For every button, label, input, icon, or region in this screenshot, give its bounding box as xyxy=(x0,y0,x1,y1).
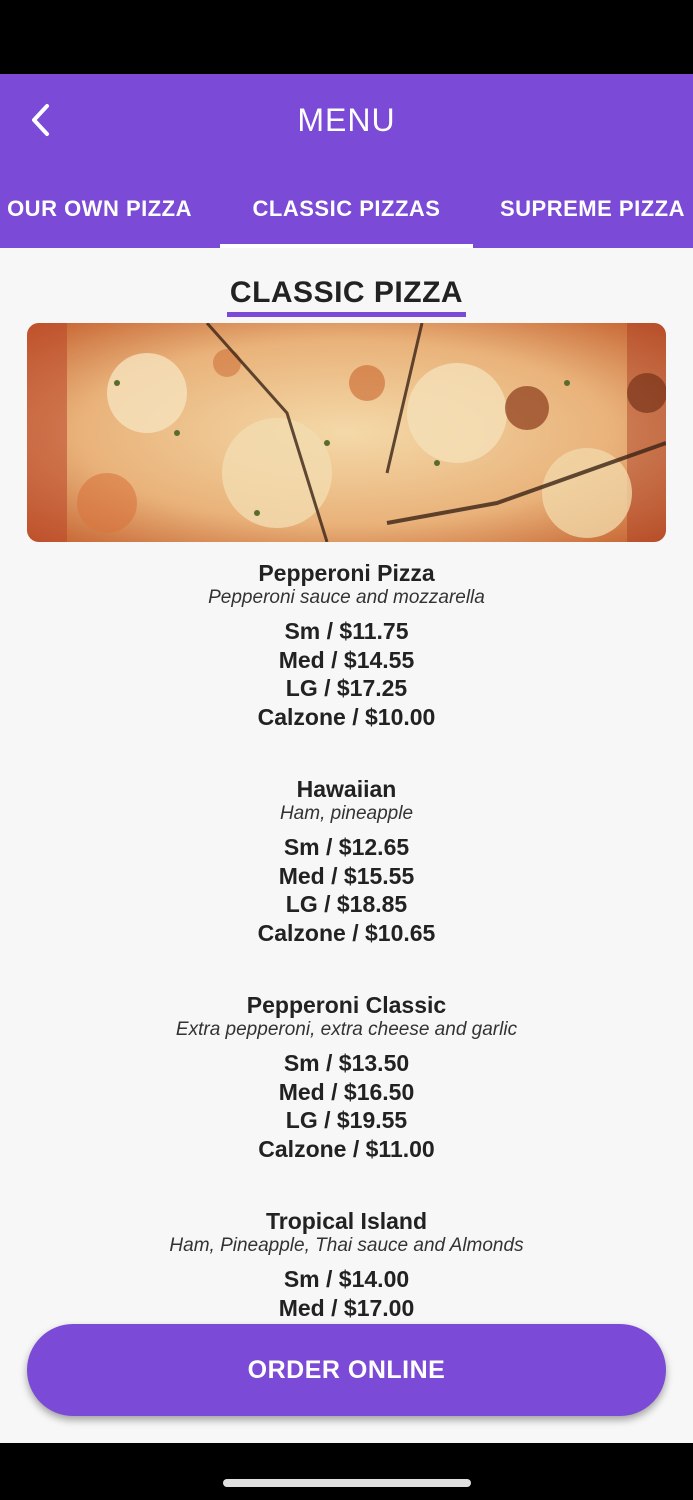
item-price: Sm / $12.65 xyxy=(283,834,410,860)
item-name: Pepperoni Pizza xyxy=(258,560,435,586)
app-bar: MENU OUR OWN PIZZA CLASSIC PIZZAS SUPREM… xyxy=(0,74,693,248)
page-title: MENU xyxy=(297,102,396,138)
menu-item: Hawaiian Ham, pineapple Sm / $12.65 Med … xyxy=(0,774,693,990)
item-price: LG / $17.25 xyxy=(285,675,408,702)
item-description: Ham, Pineapple, Thai sauce and Almonds xyxy=(169,1235,524,1256)
home-indicator[interactable] xyxy=(223,1479,471,1487)
item-price: Med / $15.55 xyxy=(278,862,415,889)
item-name: Hawaiian xyxy=(296,776,397,802)
item-price: Calzone / $10.00 xyxy=(257,703,436,730)
item-description: Pepperoni sauce and mozzarella xyxy=(208,587,485,608)
item-price: LG / $18.85 xyxy=(285,891,408,918)
menu-content[interactable]: CLASSIC PIZZA Pepperoni Pizza Pepperoni … xyxy=(0,248,693,1443)
section-heading: CLASSIC PIZZA xyxy=(0,276,693,317)
item-price: Sm / $13.50 xyxy=(283,1050,410,1076)
tab-our-own-pizza[interactable]: OUR OWN PIZZA xyxy=(0,170,220,248)
menu-item-list: Pepperoni Pizza Pepperoni sauce and mozz… xyxy=(0,558,693,1422)
menu-item: Pepperoni Classic Extra pepperoni, extra… xyxy=(0,990,693,1206)
tab-bar: OUR OWN PIZZA CLASSIC PIZZAS SUPREME PIZ… xyxy=(0,170,693,248)
item-price: Calzone / $11.00 xyxy=(258,1135,435,1162)
item-price: Med / $16.50 xyxy=(278,1078,415,1105)
tab-classic-pizzas[interactable]: CLASSIC PIZZAS xyxy=(220,170,473,248)
item-name: Tropical Island xyxy=(265,1208,428,1234)
item-price: Med / $14.55 xyxy=(278,646,415,673)
item-description: Ham, pineapple xyxy=(279,803,414,824)
menu-item: Pepperoni Pizza Pepperoni sauce and mozz… xyxy=(0,558,693,774)
item-name: Pepperoni Classic xyxy=(246,992,447,1018)
item-price: Med / $17.00 xyxy=(278,1294,415,1321)
status-bar xyxy=(0,0,693,74)
order-online-button[interactable]: ORDER ONLINE xyxy=(27,1324,666,1416)
section-heading-text: CLASSIC PIZZA xyxy=(226,276,467,317)
item-price: Calzone / $10.65 xyxy=(257,919,436,946)
item-price: Sm / $11.75 xyxy=(284,618,409,644)
item-price: Sm / $14.00 xyxy=(283,1266,410,1292)
system-navigation-bar xyxy=(0,1443,693,1500)
item-description: Extra pepperoni, extra cheese and garlic xyxy=(175,1019,518,1040)
tab-supreme-pizza[interactable]: SUPREME PIZZA xyxy=(473,170,693,248)
item-price: LG / $19.55 xyxy=(285,1107,408,1134)
pizza-photo xyxy=(27,323,666,542)
